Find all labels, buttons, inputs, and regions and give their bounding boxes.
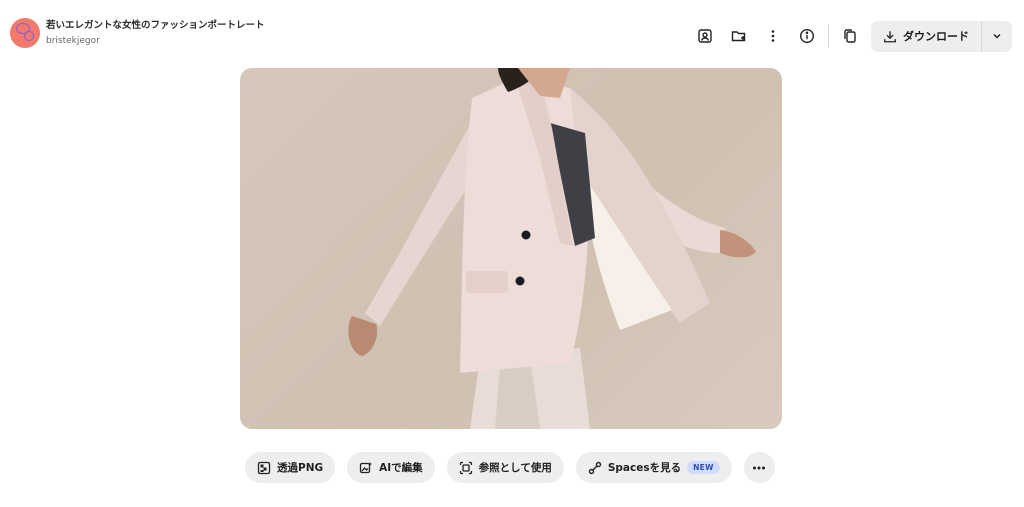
save-to-folder-button[interactable] — [722, 21, 756, 51]
pocket-flap — [466, 271, 508, 293]
jacket-button — [515, 276, 525, 286]
main-photo[interactable] — [240, 68, 782, 429]
left-hand — [348, 316, 378, 356]
use-as-reference-button[interactable]: 参照として使用 — [446, 452, 564, 483]
more-horizontal-icon — [753, 466, 766, 469]
right-hand — [720, 230, 756, 258]
download-group: ダウンロード — [871, 20, 1012, 52]
page-title: 若いエレガントな女性のファッションポートレート — [46, 19, 265, 31]
transparent-png-icon — [257, 461, 271, 474]
transparent-png-button[interactable]: 透過PNG — [245, 452, 336, 483]
folder-add-icon — [731, 31, 746, 42]
header-actions: ダウンロード — [688, 20, 1012, 52]
author-info[interactable]: 若いエレガントな女性のファッションポートレート bristekjegor — [10, 18, 265, 48]
download-button[interactable]: ダウンロード — [871, 21, 981, 52]
view-spaces-label: Spacesを見る — [607, 462, 682, 474]
download-label: ダウンロード — [903, 30, 969, 43]
add-to-collection-button[interactable] — [688, 21, 722, 51]
header: 若いエレガントな女性のファッションポートレート bristekjegor ダウン… — [0, 0, 1024, 68]
download-options-button[interactable] — [982, 21, 1012, 52]
ai-edit-icon — [359, 461, 373, 473]
more-options-button[interactable] — [756, 21, 790, 51]
jacket-button — [521, 230, 531, 240]
download-icon — [884, 30, 896, 42]
copy-button[interactable] — [833, 21, 867, 51]
info-button[interactable] — [790, 21, 824, 51]
edit-with-ai-button[interactable]: AIで編集 — [347, 452, 435, 483]
copy-icon — [844, 29, 856, 43]
fashion-portrait-image — [348, 68, 756, 429]
new-badge: NEW — [687, 461, 720, 474]
author-text: 若いエレガントな女性のファッションポートレート bristekjegor — [46, 19, 265, 48]
transparent-png-label: 透過PNG — [277, 462, 324, 474]
use-as-reference-label: 参照として使用 — [478, 462, 552, 474]
more-actions-button[interactable] — [743, 452, 775, 483]
reference-icon — [459, 461, 472, 474]
collection-user-icon — [698, 29, 712, 43]
more-vertical-icon — [771, 30, 775, 42]
avatar[interactable] — [10, 18, 40, 48]
spaces-icon — [588, 461, 602, 474]
author-username[interactable]: bristekjegor — [46, 35, 265, 48]
blazer-body — [460, 78, 590, 373]
info-icon — [799, 28, 815, 44]
avatar-pattern — [24, 31, 34, 41]
header-divider — [828, 24, 829, 48]
edit-with-ai-label: AIで編集 — [379, 462, 423, 474]
chevron-down-icon — [993, 33, 1001, 39]
view-spaces-button[interactable]: Spacesを見る NEW — [575, 452, 732, 483]
action-toolbar: 透過PNG AIで編集 参照として使用 Spacesを見る NEW — [245, 452, 775, 483]
